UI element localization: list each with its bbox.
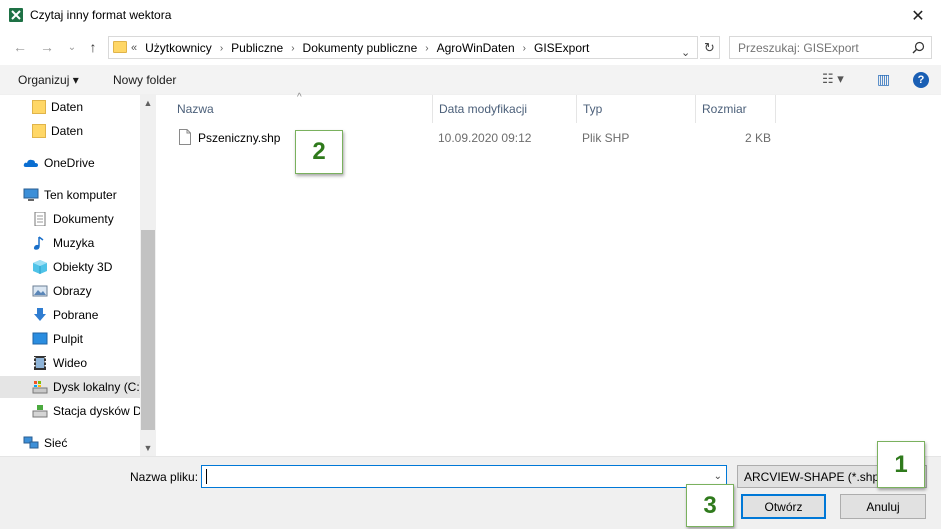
cube-icon xyxy=(33,260,47,274)
file-size: 2 KB xyxy=(745,131,772,145)
up-button[interactable]: ↑ xyxy=(83,37,103,57)
help-icon[interactable]: ? xyxy=(913,72,929,88)
filename-combobox: ⌄ xyxy=(201,465,727,488)
dvd-drive-icon xyxy=(32,405,48,418)
forward-button[interactable]: → xyxy=(37,37,57,57)
pictures-icon xyxy=(32,285,48,297)
address-bar[interactable]: « Użytkownicy › Publiczne › Dokumenty pu… xyxy=(108,36,698,59)
breadcrumb-item[interactable]: Dokumenty publiczne xyxy=(303,41,418,55)
search-icon[interactable] xyxy=(912,41,925,54)
chevron-right-icon[interactable]: › xyxy=(291,43,294,54)
chevron-down-icon[interactable]: ⌄ xyxy=(714,471,722,482)
breadcrumb-item[interactable]: GISExport xyxy=(534,41,589,55)
cancel-button[interactable]: Anuluj xyxy=(840,494,926,519)
chevron-down-icon[interactable]: ⌄ xyxy=(681,46,690,59)
recent-locations-button[interactable]: ⌄ xyxy=(62,37,82,57)
download-icon xyxy=(34,308,46,321)
navigation-bar: ← → ⌄ ↑ « Użytkownicy › Publiczne › Doku… xyxy=(0,31,941,65)
view-options-icon[interactable]: ☷ ▾ xyxy=(822,71,844,87)
cloud-icon xyxy=(23,159,38,167)
organize-button[interactable]: Organizuj ▾ xyxy=(18,73,79,87)
file-list: ^ Nazwa Data modyfikacji Typ Rozmiar Psz… xyxy=(156,92,941,456)
file-name: Pszeniczny.shp xyxy=(198,131,281,145)
search-box xyxy=(729,36,932,59)
close-icon: ✕ xyxy=(911,7,925,25)
arrow-up-icon: ↑ xyxy=(89,39,97,55)
sidebar-item-this-pc[interactable]: Ten komputer xyxy=(0,184,140,206)
arrow-left-icon: ← xyxy=(13,39,27,55)
overflow-chevron-icon[interactable]: « xyxy=(131,42,137,54)
sidebar-item-3d-objects[interactable]: Obiekty 3D xyxy=(0,256,140,278)
column-header-size[interactable]: Rozmiar xyxy=(696,95,776,123)
sidebar-item-pictures[interactable]: Obrazy xyxy=(0,280,140,302)
column-header-modified[interactable]: Data modyfikacji xyxy=(433,95,577,123)
chevron-right-icon[interactable]: › xyxy=(523,43,526,54)
folder-icon xyxy=(32,124,46,138)
breadcrumb: « Użytkownicy › Publiczne › Dokumenty pu… xyxy=(131,41,589,55)
arrow-right-icon: → xyxy=(40,39,54,55)
network-icon xyxy=(23,436,39,449)
new-folder-button[interactable]: Nowy folder xyxy=(113,73,176,87)
navigation-pane: Daten Daten OneDrive Ten komputer Dokume… xyxy=(0,95,156,456)
sidebar-item-network[interactable]: Sieć xyxy=(0,432,140,454)
text-caret xyxy=(206,469,207,484)
file-icon xyxy=(179,129,191,145)
refresh-button[interactable]: ↻ xyxy=(700,36,720,59)
sidebar-item-dvd-drive[interactable]: Stacja dysków D xyxy=(0,400,142,422)
back-button[interactable]: ← xyxy=(10,37,30,57)
sidebar-item-documents[interactable]: Dokumenty xyxy=(0,208,140,230)
scroll-up-icon[interactable]: ▲ xyxy=(140,95,156,111)
filename-input[interactable] xyxy=(202,466,707,487)
step-badge-2: 2 xyxy=(295,130,343,174)
step-badge-3: 3 xyxy=(686,484,734,527)
computer-icon xyxy=(23,188,39,201)
open-button[interactable]: Otwórz xyxy=(741,494,826,519)
column-header-type[interactable]: Typ xyxy=(577,95,696,123)
search-input[interactable] xyxy=(730,37,905,58)
window-title: Czytaj inny format wektora xyxy=(30,8,172,22)
column-header-name[interactable]: Nazwa xyxy=(171,95,433,123)
step-badge-1: 1 xyxy=(877,441,925,488)
file-modified: 10.09.2020 09:12 xyxy=(438,131,532,145)
breadcrumb-item[interactable]: AgroWinDaten xyxy=(437,41,515,55)
title-bar: Czytaj inny format wektora ✕ xyxy=(0,0,941,31)
chevron-right-icon[interactable]: › xyxy=(425,43,428,54)
sidebar-scrollbar[interactable]: ▲ ▼ xyxy=(140,95,156,456)
documents-icon xyxy=(34,212,46,226)
excel-app-icon xyxy=(9,8,23,22)
breadcrumb-item[interactable]: Użytkownicy xyxy=(145,41,212,55)
command-bar: Organizuj ▾ Nowy folder ☷ ▾ ▥ ? xyxy=(0,65,941,95)
close-button[interactable]: ✕ xyxy=(895,0,941,31)
chevron-down-icon: ⌄ xyxy=(67,41,77,53)
sidebar-item-downloads[interactable]: Pobrane xyxy=(0,304,140,326)
music-icon xyxy=(33,236,44,250)
folder-icon xyxy=(113,41,127,53)
desktop-icon xyxy=(32,332,48,345)
sidebar-item-daten[interactable]: Daten xyxy=(0,120,140,142)
sidebar-item-daten[interactable]: Daten xyxy=(0,96,140,118)
refresh-icon: ↻ xyxy=(704,39,715,55)
dialog-footer: Nazwa pliku: ⌄ ARCVIEW-SHAPE (*.shp) Otw… xyxy=(0,456,941,529)
breadcrumb-item[interactable]: Publiczne xyxy=(231,41,283,55)
video-icon xyxy=(34,356,46,370)
drive-icon xyxy=(32,381,48,394)
file-type: Plik SHP xyxy=(582,131,630,145)
sidebar-item-local-disk[interactable]: Dysk lokalny (C:) xyxy=(0,376,144,398)
scrollbar-thumb[interactable] xyxy=(141,230,155,430)
sidebar-item-music[interactable]: Muzyka xyxy=(0,232,140,254)
sidebar-item-onedrive[interactable]: OneDrive xyxy=(0,152,140,174)
file-row[interactable]: Pszeniczny.shp 10.09.2020 09:12 Plik SHP… xyxy=(156,127,941,149)
preview-pane-icon[interactable]: ▥ xyxy=(877,71,890,88)
chevron-right-icon[interactable]: › xyxy=(220,43,223,54)
sidebar-item-videos[interactable]: Wideo xyxy=(0,352,140,374)
scroll-down-icon[interactable]: ▼ xyxy=(140,440,156,456)
sidebar-item-desktop[interactable]: Pulpit xyxy=(0,328,140,350)
filename-label: Nazwa pliku: xyxy=(130,470,199,484)
folder-icon xyxy=(32,100,46,114)
